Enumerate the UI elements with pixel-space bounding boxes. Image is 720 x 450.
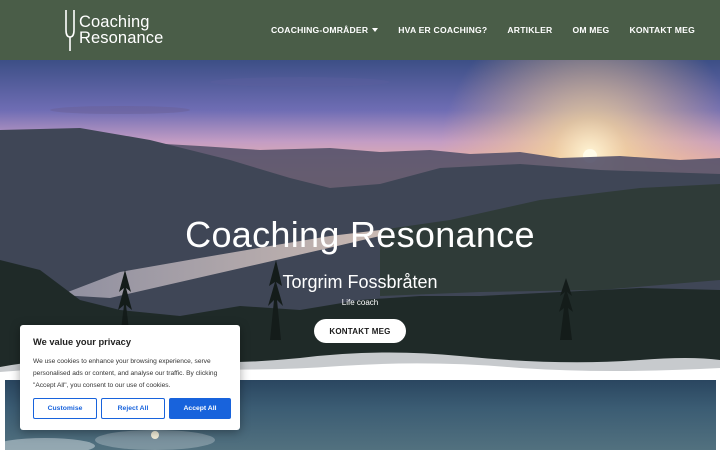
accept-all-button[interactable]: Accept All [169, 398, 231, 419]
cookie-buttons: Customise Reject All Accept All [33, 398, 235, 419]
site-header: Coaching Resonance COACHING-OMRÅDER HVA … [0, 0, 720, 60]
logo-line-2: Resonance [79, 29, 164, 47]
hero-title: Coaching Resonance [185, 214, 535, 255]
nav-hva-er-coaching[interactable]: HVA ER COACHING? [398, 25, 487, 35]
nav-om-meg[interactable]: OM MEG [572, 25, 609, 35]
logo-line-1: Coaching [79, 13, 150, 31]
tuning-fork-icon [65, 10, 75, 51]
cookie-consent-banner: We value your privacy We use cookies to … [20, 325, 240, 430]
contact-button[interactable]: KONTAKT MEG [314, 319, 406, 343]
chevron-down-icon [372, 28, 379, 32]
cookie-text: We use cookies to enhance your browsing … [33, 358, 218, 389]
customise-button[interactable]: Customise [33, 398, 97, 419]
cookie-title: We value your privacy [33, 337, 132, 347]
site-logo[interactable]: Coaching Resonance [63, 8, 163, 52]
main-nav: COACHING-OMRÅDER HVA ER COACHING? ARTIKL… [251, 0, 695, 60]
logo-text: Coaching Resonance [79, 13, 164, 47]
nav-coaching-omrader[interactable]: COACHING-OMRÅDER [271, 25, 379, 35]
nav-label: COACHING-OMRÅDER [271, 25, 369, 35]
reject-all-button[interactable]: Reject All [101, 398, 165, 419]
hero-subtitle: Torgrim Fossbråten [282, 272, 438, 292]
nav-kontakt-meg[interactable]: KONTAKT MEG [629, 25, 695, 35]
hero-tagline: Life coach [341, 298, 379, 307]
nav-artikler[interactable]: ARTIKLER [507, 25, 552, 35]
